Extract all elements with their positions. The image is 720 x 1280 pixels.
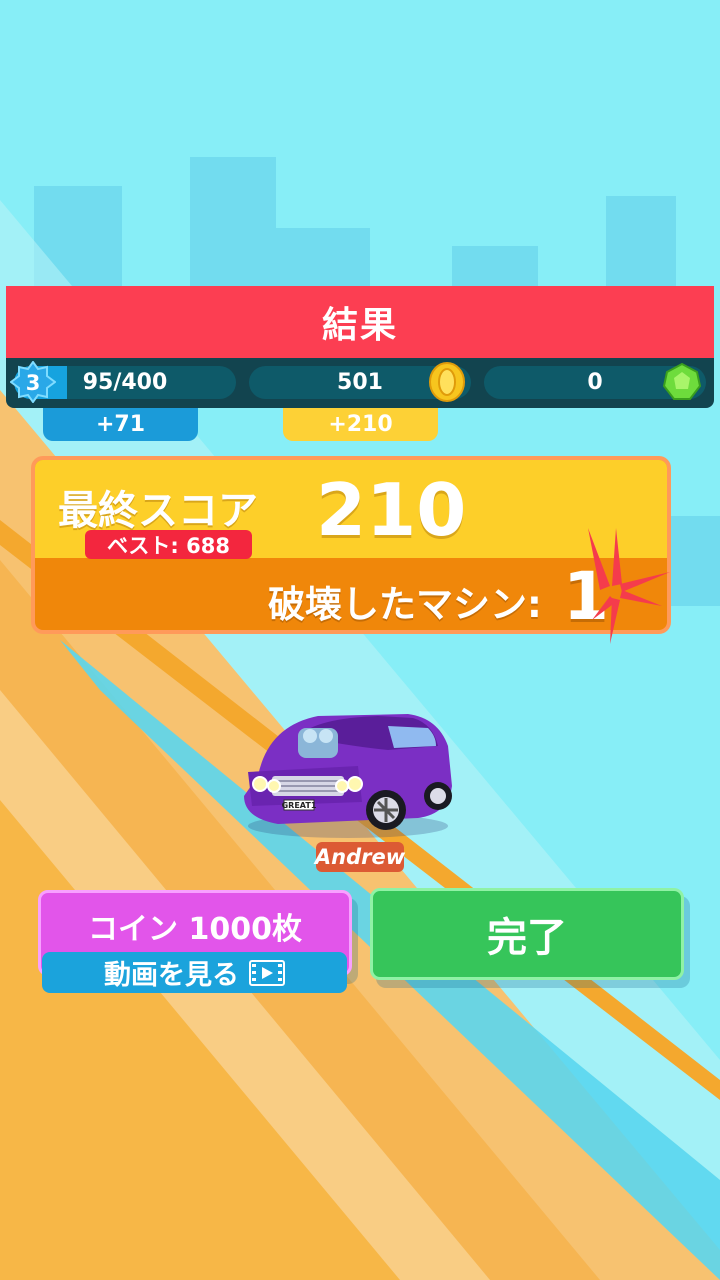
player-name-tag: Andrew xyxy=(315,842,405,872)
gem-icon xyxy=(662,362,702,400)
xp-text: 95/400 xyxy=(82,370,168,395)
final-score-value: 210 xyxy=(316,468,467,552)
gem-count-text: 0 xyxy=(587,370,603,395)
level-number: 3 xyxy=(26,371,41,395)
level-star-badge-icon: 3 xyxy=(10,361,56,403)
results-title-bar: 結果 xyxy=(6,286,714,358)
destroyed-machines-label: 破壊したマシン: xyxy=(268,583,542,626)
player-car: GREAT1 xyxy=(244,714,452,838)
burst-effect-icon xyxy=(588,528,670,644)
coin-count-text: 501 xyxy=(337,370,383,395)
watch-ad-coin-label[interactable]: コイン 1000枚 xyxy=(38,904,352,948)
best-score-badge: ベスト: 688 xyxy=(85,530,252,559)
coin-gain-badge: +210 xyxy=(283,408,438,441)
final-score-label: 最終スコア xyxy=(58,488,258,534)
watch-video-button[interactable]: 動画を見る xyxy=(42,952,347,993)
watch-video-label: 動画を見る xyxy=(104,960,239,991)
film-icon xyxy=(249,959,285,986)
done-button[interactable]: 完了 xyxy=(370,888,684,980)
license-plate-text: GREAT1 xyxy=(282,801,317,810)
stats-bar: 95/400 501 0 xyxy=(6,358,714,408)
xp-gain-badge: +71 xyxy=(43,408,198,441)
coin-icon xyxy=(429,362,465,402)
